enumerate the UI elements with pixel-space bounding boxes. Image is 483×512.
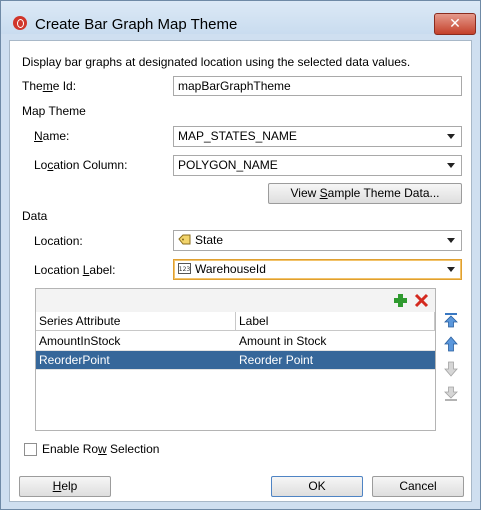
remove-icon[interactable] [414, 293, 429, 308]
theme-id-label: Theme Id: [22, 79, 77, 93]
column-header-label[interactable]: Label [236, 312, 435, 331]
data-section-label: Data [22, 209, 48, 223]
cancel-button[interactable]: Cancel [372, 476, 464, 497]
location-label-field-label: Location Label: [34, 263, 116, 277]
enable-row-selection-label: Enable Row Selection [42, 442, 160, 456]
dialog-window: Create Bar Graph Map Theme ✕ Display bar… [0, 0, 481, 510]
series-attribute-cell[interactable]: ReorderPoint [36, 351, 236, 370]
map-theme-section-label: Map Theme [22, 104, 86, 118]
column-header-series-attribute[interactable]: Series Attribute [36, 312, 236, 331]
move-up-icon[interactable] [443, 336, 459, 352]
oracle-app-icon [13, 16, 27, 30]
help-button[interactable]: Help [19, 476, 111, 497]
description-text: Display bar graphs at designated locatio… [22, 55, 411, 69]
move-to-bottom-icon [444, 386, 458, 401]
add-icon[interactable] [393, 293, 408, 308]
chevron-down-icon [447, 163, 455, 168]
location-column-combo[interactable]: POLYGON_NAME [173, 155, 462, 176]
series-attribute-cell[interactable]: AmountInStock [36, 332, 236, 351]
dialog-title: Create Bar Graph Map Theme [35, 16, 238, 33]
table-row[interactable]: ReorderPoint Reorder Point [36, 351, 435, 370]
name-combo[interactable]: MAP_STATES_NAME [173, 126, 462, 147]
chevron-down-icon [447, 267, 455, 272]
theme-id-input[interactable]: mapBarGraphTheme [173, 76, 462, 96]
series-table: Series Attribute Label AmountInStock Amo… [36, 312, 435, 430]
title-bar[interactable]: Create Bar Graph Map Theme ✕ [1, 1, 480, 35]
series-table-panel: Series Attribute Label AmountInStock Amo… [35, 288, 436, 431]
view-sample-theme-data-button[interactable]: View Sample Theme Data... [268, 183, 462, 204]
table-toolbar [36, 289, 435, 312]
location-label: Location: [34, 234, 83, 248]
svg-text:123: 123 [179, 266, 191, 273]
ok-button[interactable]: OK [271, 476, 363, 497]
table-row[interactable]: AmountInStock Amount in Stock [36, 332, 435, 351]
move-to-top-icon[interactable] [443, 312, 459, 328]
location-combo[interactable]: State [173, 230, 462, 251]
name-label: Name: [34, 129, 70, 143]
tag-icon [178, 234, 191, 245]
label-cell[interactable]: Reorder Point [236, 351, 435, 370]
label-cell[interactable]: Amount in Stock [236, 332, 435, 351]
location-label-combo[interactable]: 123 WarehouseId [173, 259, 462, 280]
table-header: Series Attribute Label [36, 312, 435, 331]
chevron-down-icon [447, 238, 455, 243]
chevron-down-icon [447, 134, 455, 139]
move-down-icon [444, 361, 458, 377]
close-button[interactable]: ✕ [434, 13, 476, 35]
enable-row-selection-checkbox[interactable] [24, 443, 37, 456]
location-column-label: Location Column: [34, 158, 128, 172]
dialog-content: Display bar graphs at designated locatio… [9, 40, 472, 502]
numeric-field-icon: 123 [178, 263, 191, 274]
